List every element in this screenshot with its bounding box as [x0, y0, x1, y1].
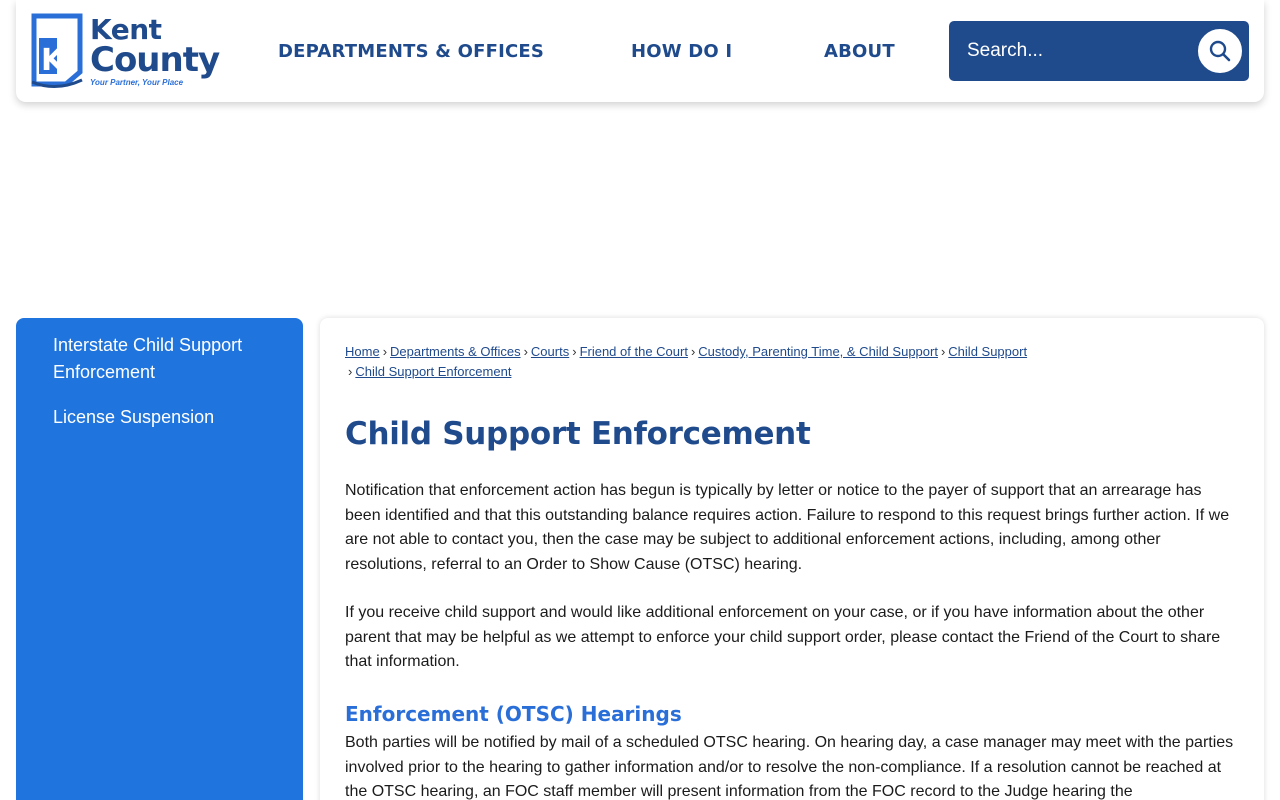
main-content: Home › Departments & Offices › Courts › Friend…	[320, 318, 1264, 800]
nav-about[interactable]: ABOUT	[824, 0, 895, 102]
paragraph-enforcement-notice: Notification that enforcement action has…	[345, 482, 1230, 573]
breadcrumb-separator: ›	[348, 364, 353, 379]
sidebar-item-interstate-child-support[interactable]: Interstate Child Support Enforcement	[16, 332, 303, 386]
subheading-otsc-hearings: Enforcement (OTSC) Hearings	[345, 702, 682, 726]
nav-how-do-i[interactable]: HOW DO I	[631, 0, 732, 102]
logo-line-county: County	[90, 40, 220, 80]
paragraph-additional-enforcement: If you receive child support and would l…	[345, 604, 1221, 670]
breadcrumb-courts[interactable]: Courts	[531, 344, 569, 359]
site-header: K Kent County Your Partner, Your Place D…	[16, 0, 1264, 102]
nav-departments-offices[interactable]: DEPARTMENTS & OFFICES	[278, 0, 544, 102]
breadcrumb-separator: ›	[572, 344, 577, 359]
breadcrumb-child-support[interactable]: Child Support	[948, 344, 1027, 359]
breadcrumb-separator: ›	[690, 344, 696, 359]
breadcrumb-custody[interactable]: Custody, Parenting Time, & Child Support	[698, 344, 938, 359]
breadcrumb-child-support-enforcement[interactable]: Child Support Enforcement	[355, 364, 511, 379]
search-box	[949, 21, 1249, 81]
search-icon	[1209, 40, 1231, 62]
breadcrumb: Home › Departments & Offices › Courts › Friend…	[345, 342, 1225, 382]
breadcrumb-friend-of-court[interactable]: Friend of the Court	[580, 344, 688, 359]
kent-county-logo[interactable]: K Kent County Your Partner, Your Place	[30, 10, 220, 92]
paragraph-otsc-hearings: Both parties will be notified by mail of…	[345, 734, 1234, 800]
breadcrumb-separator: ›	[382, 344, 388, 359]
breadcrumb-departments[interactable]: Departments & Offices	[390, 344, 521, 359]
logo-mark-letter: K	[41, 43, 66, 78]
sidebar-item-license-suspension[interactable]: License Suspension	[16, 404, 303, 431]
kent-county-logo-icon: K	[31, 13, 83, 88]
search-input[interactable]	[959, 31, 1189, 71]
breadcrumb-separator: ›	[940, 344, 946, 359]
page-title: Child Support Enforcement	[345, 416, 811, 452]
breadcrumb-home[interactable]: Home	[345, 344, 380, 359]
breadcrumb-separator: ›	[523, 344, 528, 359]
sidebar-nav: Interstate Child Support Enforcement Lic…	[16, 318, 303, 800]
search-button[interactable]	[1196, 27, 1244, 75]
